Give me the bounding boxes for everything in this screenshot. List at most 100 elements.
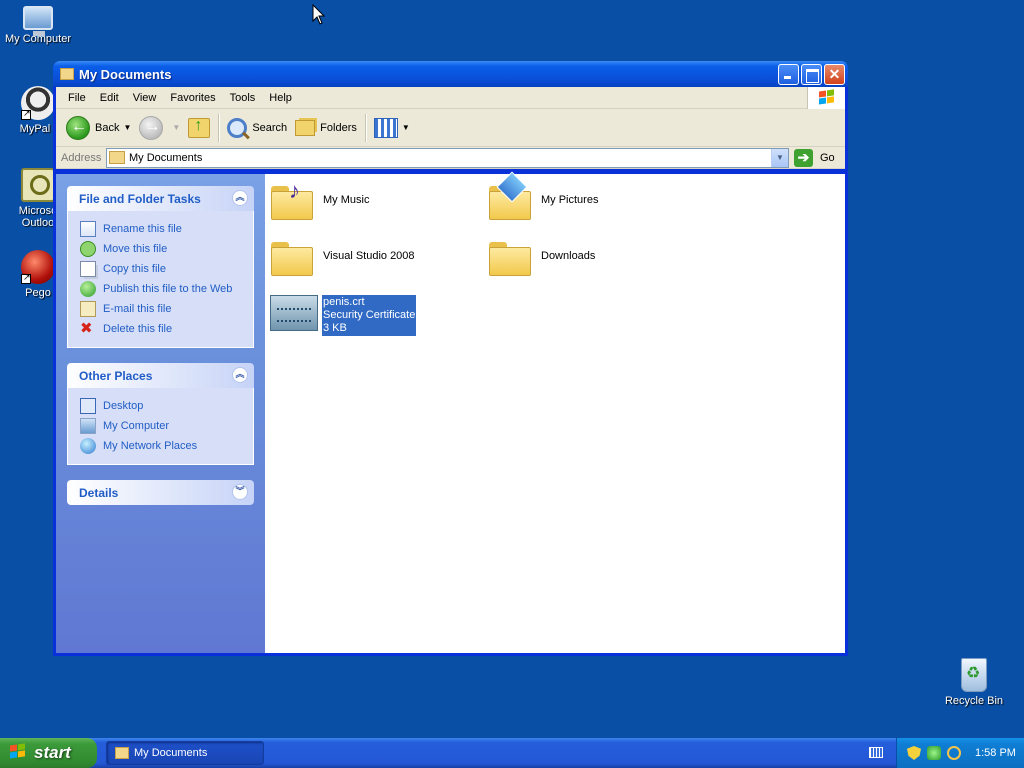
desktop-icon-label: Recycle Bin xyxy=(944,695,1004,707)
start-button[interactable]: start xyxy=(0,738,97,768)
taskbar-button-label: My Documents xyxy=(134,747,208,759)
publish-icon xyxy=(80,281,96,297)
copy-icon xyxy=(80,261,96,277)
shortcut-arrow-icon xyxy=(21,272,31,284)
picture-icon xyxy=(496,171,528,203)
file-size: 3 KB xyxy=(323,322,347,334)
network-icon[interactable] xyxy=(927,746,941,760)
task-label: Publish this file to the Web xyxy=(103,283,233,295)
go-label: Go xyxy=(820,151,835,164)
menu-file[interactable]: File xyxy=(61,92,93,104)
views-button[interactable]: ▼ xyxy=(370,113,414,143)
expand-chevron-icon[interactable]: ︾ xyxy=(232,484,248,500)
shortcut-arrow-icon xyxy=(21,108,31,120)
menu-tools[interactable]: Tools xyxy=(223,92,263,104)
folders-button[interactable]: Folders xyxy=(291,113,361,143)
close-button[interactable]: ✕ xyxy=(824,63,845,85)
file-item-my-pictures[interactable]: My Pictures xyxy=(489,171,599,220)
task-email-file[interactable]: E-mail this file xyxy=(80,299,242,319)
toolbar-separator xyxy=(364,113,366,142)
task-pane: File and Folder Tasks ︽ Rename this file… xyxy=(56,174,265,653)
clock[interactable]: 1:58 PM xyxy=(975,747,1016,759)
up-folder-icon xyxy=(188,117,211,138)
folders-label: Folders xyxy=(320,121,357,134)
desktop-icon-my-computer[interactable]: My Computer xyxy=(0,2,76,45)
certificate-icon xyxy=(270,295,318,331)
collapse-chevron-icon[interactable]: ︽ xyxy=(232,190,248,206)
network-places-icon xyxy=(80,438,96,454)
title-bar[interactable]: My Documents ✕ xyxy=(53,61,848,87)
panel-body: Desktop My Computer My Network Places xyxy=(67,388,254,465)
minimize-button[interactable] xyxy=(778,63,799,85)
file-item-visual-studio[interactable]: Visual Studio 2008 xyxy=(271,238,415,276)
move-icon xyxy=(80,241,96,257)
panel-header[interactable]: Details ︾ xyxy=(67,480,254,505)
rename-icon xyxy=(80,221,96,237)
views-dropdown-icon[interactable]: ▼ xyxy=(402,123,410,132)
folder-icon xyxy=(109,151,125,164)
file-name: Visual Studio 2008 xyxy=(323,250,415,262)
security-shield-icon[interactable] xyxy=(907,746,921,760)
mouse-cursor-icon xyxy=(312,3,326,29)
views-icon xyxy=(373,117,398,138)
menu-favorites[interactable]: Favorites xyxy=(163,92,222,104)
my-computer-icon xyxy=(80,418,96,434)
file-item-my-music[interactable]: ♪ My Music xyxy=(271,178,370,220)
email-icon xyxy=(80,301,96,317)
file-item-certificate[interactable]: penis.crt Security Certificate 3 KB xyxy=(270,295,417,336)
search-tray-icon[interactable] xyxy=(947,746,961,760)
folder-icon xyxy=(60,68,74,80)
menu-help[interactable]: Help xyxy=(262,92,299,104)
task-delete-file[interactable]: Delete this file xyxy=(80,319,242,339)
menu-view[interactable]: View xyxy=(126,92,164,104)
place-label: My Network Places xyxy=(103,440,198,452)
file-type: Security Certificate xyxy=(323,309,416,321)
toolbar-separator xyxy=(218,113,220,142)
back-button[interactable]: Back ▼ xyxy=(62,113,135,143)
task-copy-file[interactable]: Copy this file xyxy=(80,259,242,279)
forward-dropdown-icon[interactable]: ▼ xyxy=(172,123,180,132)
task-publish-file[interactable]: Publish this file to the Web xyxy=(80,279,242,299)
computer-icon xyxy=(23,6,53,36)
up-folder-button[interactable] xyxy=(184,113,214,143)
task-move-file[interactable]: Move this file xyxy=(80,239,242,259)
address-dropdown-icon[interactable]: ▼ xyxy=(771,148,788,167)
place-my-computer[interactable]: My Computer xyxy=(80,416,242,436)
desktop-icon-recycle-bin[interactable]: Recycle Bin xyxy=(936,658,1012,707)
task-label: Rename this file xyxy=(103,223,182,235)
folder-icon xyxy=(115,747,129,759)
file-item-downloads[interactable]: Downloads xyxy=(489,238,595,276)
forward-button[interactable]: ▼ xyxy=(135,113,184,143)
folders-icon xyxy=(295,119,316,136)
taskbar: start My Documents 1:58 PM xyxy=(0,738,1024,768)
menu-edit[interactable]: Edit xyxy=(93,92,126,104)
file-list: ♪ My Music My Pictures Visual Studio 200… xyxy=(265,171,845,653)
go-arrow-icon: ➔ xyxy=(794,148,813,167)
taskbar-button-my-documents[interactable]: My Documents xyxy=(106,741,264,765)
back-dropdown-icon[interactable]: ▼ xyxy=(123,123,131,132)
file-name: My Music xyxy=(323,194,370,206)
search-icon xyxy=(227,117,248,138)
task-label: Move this file xyxy=(103,243,168,255)
panel-header[interactable]: Other Places ︽ xyxy=(67,363,254,388)
panel-header[interactable]: File and Folder Tasks ︽ xyxy=(67,186,254,211)
panel-title: Details xyxy=(79,485,119,500)
search-button[interactable]: Search xyxy=(223,113,291,143)
place-label: Desktop xyxy=(103,400,144,412)
address-input[interactable]: My Documents ▼ xyxy=(106,147,789,168)
music-folder-icon: ♪ xyxy=(271,178,313,220)
go-button[interactable]: ➔ Go xyxy=(794,148,842,167)
explorer-window: My Documents ✕ File Edit View Favorites … xyxy=(53,61,848,656)
maximize-button[interactable] xyxy=(801,63,822,85)
task-rename-file[interactable]: Rename this file xyxy=(80,219,242,239)
place-desktop[interactable]: Desktop xyxy=(80,396,242,416)
keyboard-icon[interactable] xyxy=(869,747,883,758)
music-note-icon: ♪ xyxy=(289,178,300,203)
address-bar: Address My Documents ▼ ➔ Go xyxy=(56,147,845,169)
details-panel: Details ︾ xyxy=(67,480,254,505)
file-name: My Pictures xyxy=(541,194,599,206)
other-places-panel: Other Places ︽ Desktop My Computer My Ne… xyxy=(67,363,254,465)
collapse-chevron-icon[interactable]: ︽ xyxy=(232,367,248,383)
place-network[interactable]: My Network Places xyxy=(80,436,242,456)
recycle-bin-icon xyxy=(961,658,987,692)
